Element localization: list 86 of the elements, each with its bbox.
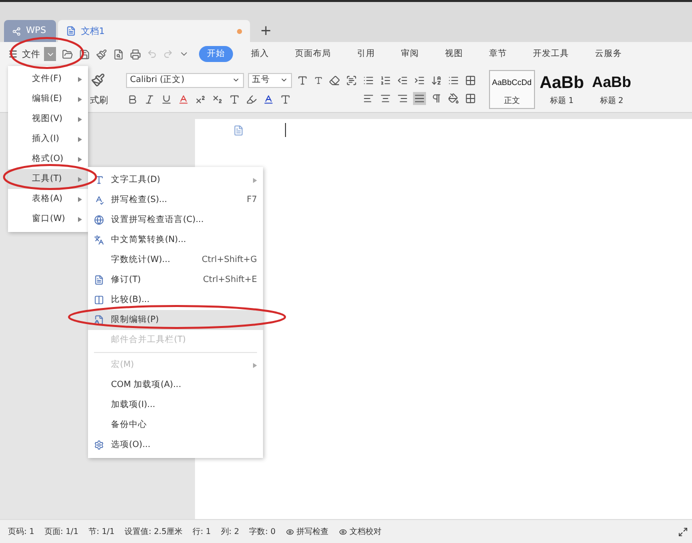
new-tab-button[interactable]: +	[252, 23, 280, 42]
status-text: 页面: 1/1	[44, 526, 78, 537]
spell-check-icon	[94, 195, 104, 205]
format-painter-label[interactable]: 式刷	[90, 94, 108, 106]
preview-icon[interactable]	[113, 48, 124, 60]
paint-brush-icon[interactable]	[90, 72, 106, 88]
status-button[interactable]: 拼写检查	[286, 526, 329, 537]
shading-icon[interactable]	[447, 92, 460, 104]
style-preset[interactable]: AaBb 标题 2	[588, 70, 634, 108]
document-tab[interactable]: 文档1	[58, 20, 250, 42]
menu-item[interactable]: 字数统计(W)... Ctrl+Shift+G	[88, 250, 263, 270]
globe-icon	[94, 215, 104, 225]
menu-item[interactable]: 选项(O)...	[88, 435, 263, 455]
file-menu-button[interactable]: 文件	[8, 47, 56, 61]
folder-icon[interactable]	[62, 48, 73, 60]
menu-item[interactable]: 格式(O)	[8, 149, 88, 169]
italic-icon[interactable]	[143, 92, 156, 106]
submenu-arrow-icon	[78, 196, 82, 202]
menu-item[interactable]: 表格(A)	[8, 189, 88, 209]
eye-icon	[338, 528, 347, 536]
style-preset[interactable]: AaBbCcDd 正文	[489, 70, 535, 108]
eye-icon	[286, 528, 294, 536]
menu-item[interactable]: 视图(V)	[8, 109, 88, 129]
submenu-arrow-icon	[78, 216, 82, 222]
submenu-arrow-icon	[78, 76, 82, 82]
menu-item[interactable]: 备份中心	[88, 415, 263, 435]
menu-tab[interactable]: 引用	[349, 46, 383, 62]
caret-icon	[44, 47, 56, 61]
submenu-arrow-icon	[78, 96, 82, 102]
menu-item[interactable]: 比较(B)...	[88, 290, 263, 310]
menu-item[interactable]: 窗口(W)	[8, 209, 88, 229]
brush-icon[interactable]	[96, 48, 107, 60]
menu-tab[interactable]: 页面布局	[287, 46, 339, 62]
numbered-list-icon[interactable]	[379, 74, 392, 86]
font-size-select[interactable]: 五号	[248, 72, 292, 88]
menu-item[interactable]: COM 加载项(A)...	[88, 375, 263, 395]
caret-icon	[232, 76, 240, 84]
style-preset[interactable]: AaBb 标题 1	[536, 70, 587, 108]
status-button[interactable]: 文档校对	[338, 526, 382, 537]
status-text: 设置值: 2.5厘米	[124, 526, 183, 537]
document-icon	[66, 26, 76, 36]
menu-item[interactable]: 插入(I)	[8, 129, 88, 149]
text-convert-icon	[94, 235, 104, 245]
table-icon[interactable]	[464, 74, 477, 86]
font-color-icon[interactable]	[262, 92, 275, 106]
font-select[interactable]: Calibri (正文)	[126, 72, 244, 88]
save-icon[interactable]	[79, 48, 90, 60]
menu-item[interactable]: 修订(T) Ctrl+Shift+E	[88, 270, 263, 290]
underline-icon[interactable]	[160, 92, 173, 106]
menu-item[interactable]: 工具(T)	[8, 169, 88, 189]
status-text: 列: 2	[220, 526, 240, 537]
text-cursor	[285, 123, 286, 137]
submenu-arrow-icon	[78, 156, 82, 162]
menu-tab[interactable]: 云服务	[587, 46, 630, 62]
caret-icon	[280, 76, 288, 84]
menu-item[interactable]: 文字工具(D)	[88, 170, 263, 190]
menu-tab[interactable]: 审阅	[393, 46, 427, 62]
submenu-arrow-icon	[78, 136, 82, 142]
border-icon[interactable]	[464, 92, 477, 104]
highlighter-icon[interactable]	[245, 92, 258, 106]
status-text: 节: 1/1	[88, 526, 115, 537]
menu-item[interactable]: 加载项(I)...	[88, 395, 263, 415]
submenu-arrow-icon	[78, 116, 82, 122]
fullscreen-icon[interactable]	[678, 526, 688, 536]
document-lock-icon	[94, 315, 104, 325]
menu-tab[interactable]: 章节	[481, 46, 515, 62]
menu-item[interactable]: 设置拼写检查语言(C)...	[88, 210, 263, 230]
eraser-icon[interactable]	[328, 74, 341, 86]
print-icon[interactable]	[130, 48, 141, 60]
menu-item[interactable]: 编辑(E)	[8, 89, 88, 109]
sort-icon[interactable]	[430, 74, 443, 86]
submenu-arrow-icon	[78, 176, 82, 182]
document-icon	[94, 275, 104, 285]
menu-item[interactable]: 拼写检查(S)... F7	[88, 190, 263, 210]
status-text: 页码: 1	[8, 526, 34, 537]
compare-icon	[94, 295, 104, 305]
settings-icon	[94, 440, 104, 450]
menu-item[interactable]: 中文简繁转换(N)...	[88, 230, 263, 250]
menu-tab[interactable]: 视图	[437, 46, 471, 62]
menu-item[interactable]: 文件(F)	[8, 69, 88, 89]
menu-tab[interactable]: 开发工具	[525, 46, 577, 62]
status-text: 行: 1	[192, 526, 211, 537]
menu-icon	[8, 49, 18, 59]
menu-tab[interactable]: 插入	[243, 46, 277, 62]
status-text: 字数: 0	[249, 526, 276, 537]
text-tool-icon	[94, 175, 104, 185]
